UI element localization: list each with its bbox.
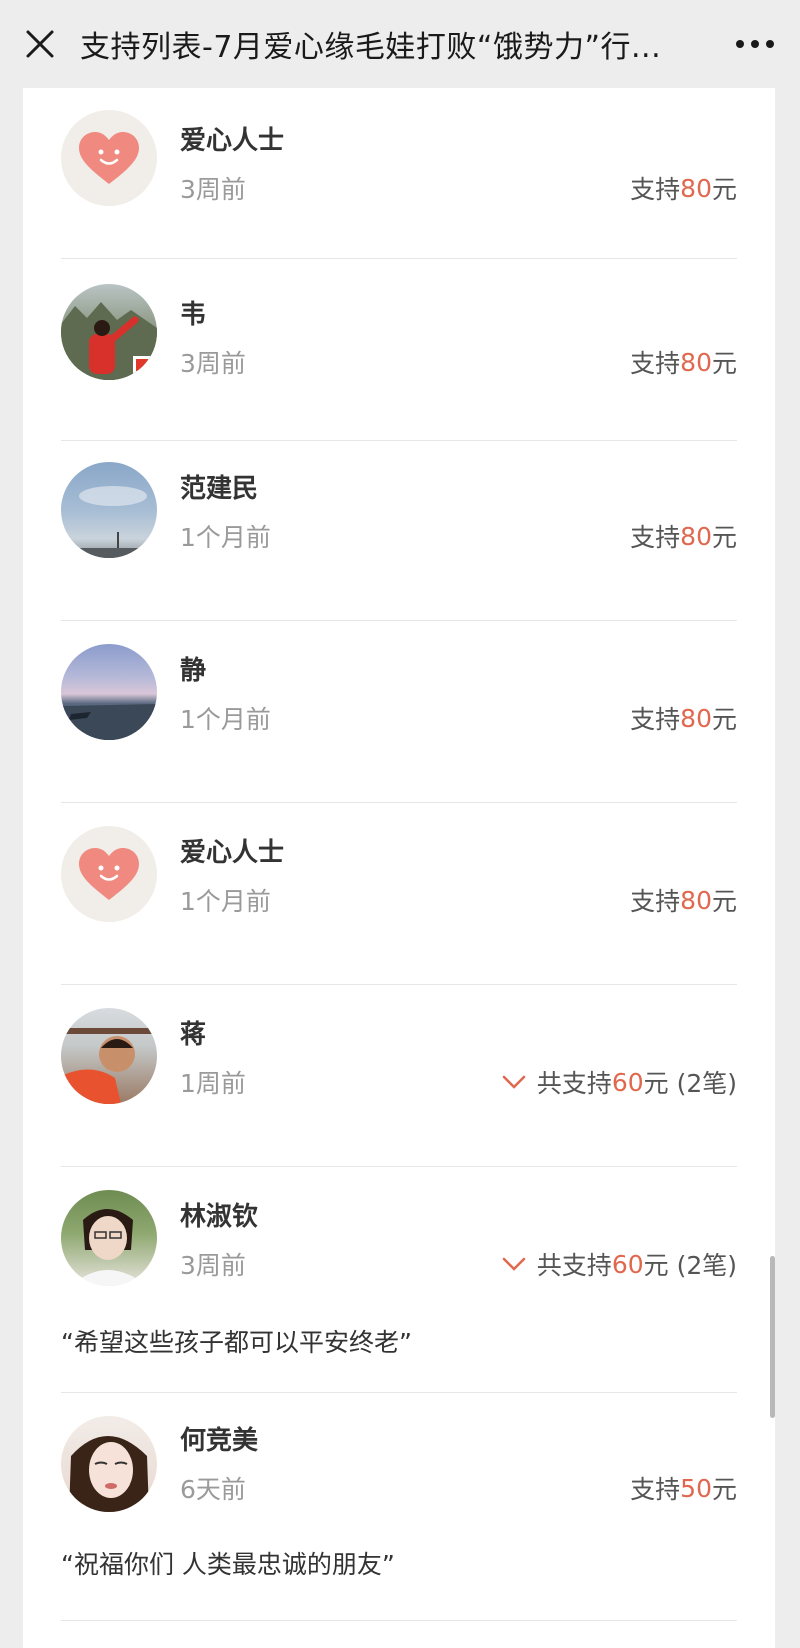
support-message: “祝福你们 人类最忠诚的朋友” xyxy=(61,1550,395,1579)
more-button[interactable] xyxy=(710,0,800,88)
close-icon xyxy=(26,30,54,58)
avatar xyxy=(61,644,157,740)
title-bar: 支持列表-7月爱心缘毛娃打败“饿势力”行... xyxy=(0,0,800,88)
divider xyxy=(61,1392,737,1393)
chevron-down-icon[interactable] xyxy=(499,1072,529,1092)
supporter-name: 林淑钦 xyxy=(180,1202,259,1232)
woman-photo-icon xyxy=(71,1209,147,1286)
woman-photo-icon xyxy=(69,1436,149,1512)
avatar xyxy=(61,110,157,206)
amount-value: 60 xyxy=(611,1249,644,1279)
supporter-name: 范建民 xyxy=(180,474,259,504)
support-time: 1个月前 xyxy=(180,887,271,916)
avatar xyxy=(61,1008,157,1104)
avatar xyxy=(61,284,157,380)
amount-value: 80 xyxy=(680,521,712,551)
support-amount: 支持 80 元 xyxy=(630,518,737,554)
avatar xyxy=(61,462,157,558)
child-photo-icon xyxy=(61,1028,157,1104)
supporter-name: 爱心人士 xyxy=(180,126,285,156)
supporter-name: 爱心人士 xyxy=(180,838,285,868)
amount-value: 80 xyxy=(680,173,712,203)
amount-suffix: 元 xyxy=(711,705,737,734)
support-amount: 支持 80 元 xyxy=(630,170,737,206)
amount-prefix: 支持 xyxy=(630,175,681,204)
amount-prefix: 共支持 xyxy=(536,1069,612,1098)
scrollbar[interactable] xyxy=(770,1256,775,1418)
amount-prefix: 支持 xyxy=(630,1475,681,1504)
support-amount[interactable]: 共支持 60 元 (2笔) xyxy=(499,1246,737,1282)
amount-suffix: 元 xyxy=(711,349,737,378)
amount-prefix: 支持 xyxy=(630,705,681,734)
support-time: 1个月前 xyxy=(180,523,271,552)
support-time: 1个月前 xyxy=(180,705,271,734)
more-dot-icon xyxy=(751,40,759,48)
sea-photo-icon xyxy=(61,704,157,740)
chevron-down-icon[interactable] xyxy=(499,1254,529,1274)
more-dot-icon xyxy=(736,40,744,48)
divider xyxy=(61,440,737,441)
support-time: 3周前 xyxy=(180,349,246,378)
divider xyxy=(61,258,737,259)
close-button[interactable] xyxy=(0,0,80,88)
heart-smile-icon xyxy=(79,848,139,900)
divider xyxy=(61,1620,737,1621)
supporter-name: 蒋 xyxy=(180,1020,207,1050)
avatar xyxy=(61,826,157,922)
amount-value: 80 xyxy=(680,703,712,733)
sky-photo-icon xyxy=(61,486,157,558)
avatar xyxy=(61,1416,157,1512)
amount-suffix: 元 (2笔) xyxy=(643,1069,737,1098)
support-amount: 支持 80 元 xyxy=(630,882,737,918)
support-time: 1周前 xyxy=(180,1069,246,1098)
amount-prefix: 支持 xyxy=(630,349,681,378)
divider xyxy=(61,802,737,803)
heart-smile-icon xyxy=(79,132,139,184)
amount-prefix: 共支持 xyxy=(536,1251,612,1280)
more-dot-icon xyxy=(766,40,774,48)
amount-suffix: 元 xyxy=(711,175,737,204)
amount-suffix: 元 xyxy=(711,523,737,552)
amount-value: 80 xyxy=(680,885,712,915)
person-photo-icon xyxy=(61,302,157,380)
divider xyxy=(61,984,737,985)
amount-value: 50 xyxy=(680,1473,712,1503)
supporter-name: 静 xyxy=(180,656,207,686)
support-amount: 支持 80 元 xyxy=(630,344,737,380)
amount-suffix: 元 xyxy=(711,887,737,916)
avatar xyxy=(61,1190,157,1286)
support-amount: 支持 50 元 xyxy=(630,1470,737,1506)
support-time: 6天前 xyxy=(180,1475,246,1504)
support-time: 3周前 xyxy=(180,1251,246,1280)
divider xyxy=(61,1166,737,1167)
amount-value: 60 xyxy=(611,1067,644,1097)
support-amount[interactable]: 共支持 60 元 (2笔) xyxy=(499,1064,737,1100)
support-amount: 支持 80 元 xyxy=(630,700,737,736)
amount-prefix: 支持 xyxy=(630,887,681,916)
supporter-name: 何竞美 xyxy=(180,1426,259,1456)
amount-value: 80 xyxy=(680,347,712,377)
page-title: 支持列表-7月爱心缘毛娃打败“饿势力”行... xyxy=(80,30,662,65)
amount-suffix: 元 xyxy=(711,1475,737,1504)
supporter-name: 韦 xyxy=(180,300,207,330)
divider xyxy=(61,620,737,621)
support-time: 3周前 xyxy=(180,175,246,204)
amount-suffix: 元 (2笔) xyxy=(643,1251,737,1280)
amount-prefix: 支持 xyxy=(630,523,681,552)
support-message: “希望这些孩子都可以平安终老” xyxy=(61,1328,412,1357)
supporter-list[interactable]: 爱心人士 3周前 支持 80 元 韦 3周前 支持 80 元 范建民 1个月前 … xyxy=(23,88,775,1648)
